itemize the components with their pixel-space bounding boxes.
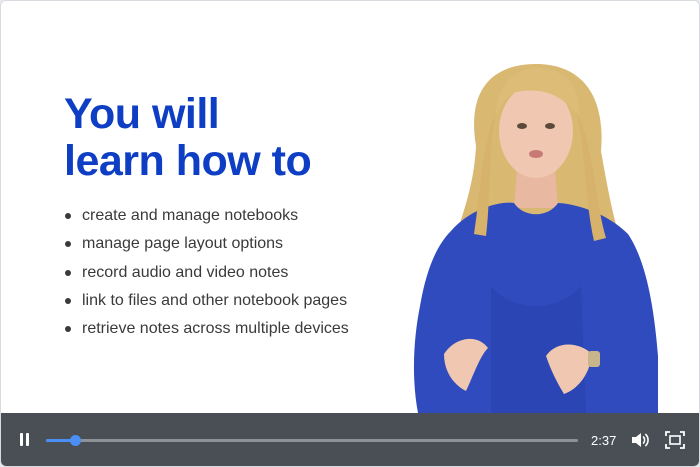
bullet-item: manage page layout options [65,232,349,260]
bullet-text: record audio and video notes [82,263,289,281]
bullet-dot [65,241,71,248]
headline-line-2: learn how to [64,137,312,185]
bullet-list: create and manage notebooks manage page … [65,204,349,345]
bullet-dot [65,326,71,333]
headline-line-1: You will [64,90,220,138]
control-bar: 2:37 [1,413,699,466]
bullet-text: link to files and other notebook pages [82,291,348,309]
seek-bar[interactable] [46,435,578,446]
time-display: 2:37 [591,433,617,448]
seek-handle[interactable] [69,435,81,446]
bullet-text: retrieve notes across multiple devices [82,320,349,338]
presenter-image [413,64,658,413]
bullet-dot [65,213,71,219]
fullscreen-button[interactable] [664,430,686,450]
volume-icon [632,433,649,447]
bullet-text: create and manage notebooks [82,207,299,224]
bullet-text: manage page layout options [82,235,284,253]
video-player: You will learn how to create and manage … [0,0,700,467]
bullet-item: record audio and video notes [65,261,349,289]
video-frame[interactable]: You will learn how to create and manage … [1,1,699,413]
bullet-item: create and manage notebooks [65,204,349,232]
bullet-item: link to files and other notebook pages [65,289,349,317]
fullscreen-icon [665,431,685,449]
bullet-dot [65,269,71,276]
bullet-dot [65,297,71,304]
bullet-item: retrieve notes across multiple devices [65,317,349,345]
pause-button[interactable] [15,430,35,450]
slide-headline: You will learn how to [64,90,312,185]
volume-button[interactable] [629,429,651,451]
